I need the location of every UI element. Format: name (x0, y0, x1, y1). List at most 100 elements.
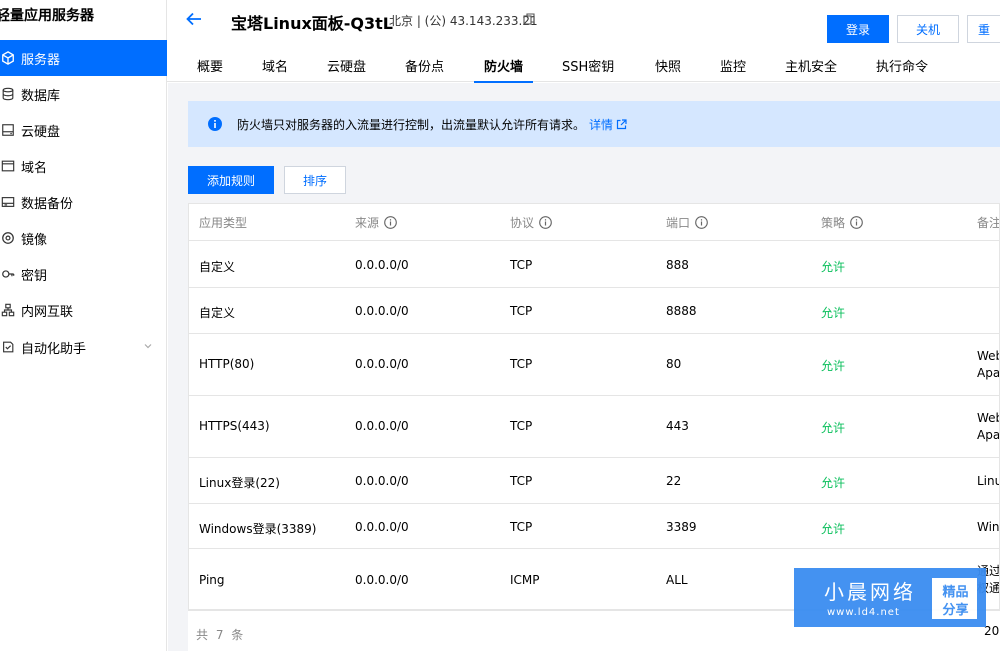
cell-type: Linux登录(22) (199, 476, 280, 490)
cell-policy: 允许 (821, 421, 846, 435)
tab-ssh-keys[interactable]: SSH密钥 (562, 56, 614, 82)
key-icon (0, 266, 16, 282)
table-row: Windows登录(3389) 0.0.0.0/0 TCP 3389 允许 Wi… (189, 504, 1000, 549)
cell-source: 0.0.0.0/0 (355, 304, 409, 318)
sidebar: 轻量应用服务器 服务器 数据库 云硬盘 域名 数据备份 镜像 密钥 内网互联 自… (0, 0, 167, 651)
tab-monitor[interactable]: 监控 (720, 56, 746, 82)
cell-protocol: TCP (510, 258, 533, 272)
cell-policy: 允许 (821, 522, 846, 536)
cell-type: HTTPS(443) (199, 419, 270, 433)
cell-port: 22 (666, 474, 682, 488)
region-ip: 北京 | (公) 43.143.233.21 (389, 14, 538, 28)
cell-type: Windows登录(3389) (199, 522, 317, 536)
disk-icon (0, 122, 16, 138)
login-button[interactable]: 登录 (827, 15, 889, 43)
tab-backup-point[interactable]: 备份点 (405, 56, 444, 82)
cell-type: 自定义 (199, 306, 236, 320)
add-rule-button[interactable]: 添加规则 (188, 166, 274, 194)
shutdown-button[interactable]: 关机 (897, 15, 959, 43)
column-header-port: 端口 (666, 204, 708, 240)
back-arrow-icon[interactable] (185, 10, 203, 28)
cell-policy: 允许 (821, 476, 846, 490)
cell-policy: 允许 (821, 260, 846, 274)
cell-note: Wind (977, 520, 1000, 534)
restart-button[interactable]: 重 (967, 15, 1000, 43)
cell-protocol: TCP (510, 474, 533, 488)
notice-details-link[interactable]: 详情 (589, 116, 627, 133)
sidebar-item-backup[interactable]: 数据备份 (0, 184, 167, 220)
tab-execute-command[interactable]: 执行命令 (876, 56, 928, 82)
sidebar-item-label: 镜像 (21, 232, 48, 248)
external-link-icon (616, 118, 627, 129)
page-title: 宝塔Linux面板-Q3tL (231, 14, 394, 33)
chevron-down-icon (144, 344, 152, 349)
table-row: HTTPS(443) 0.0.0.0/0 TCP 443 允许 WebApac (189, 396, 1000, 458)
info-circle-icon[interactable] (384, 215, 397, 229)
cell-protocol: TCP (510, 419, 533, 433)
firewall-notice: 防火墙只对服务器的入流量进行控制，出流量默认允许所有请求。 详情 (188, 101, 1000, 147)
table-row: 自定义 0.0.0.0/0 TCP 888 允许 (189, 241, 999, 288)
cell-type: 自定义 (199, 260, 236, 274)
sidebar-item-server[interactable]: 服务器 (0, 40, 167, 76)
cell-protocol: TCP (510, 304, 533, 318)
backup-icon (0, 194, 16, 210)
watermark-url: www.ld4.net (827, 607, 900, 618)
watermark-badge: 精品 分享 (932, 578, 977, 619)
sidebar-item-keys[interactable]: 密钥 (0, 256, 167, 292)
sort-button[interactable]: 排序 (284, 166, 346, 194)
cell-policy: 允许 (821, 359, 846, 373)
cell-source: 0.0.0.0/0 (355, 419, 409, 433)
image-disc-icon (0, 230, 16, 246)
tab-host-security[interactable]: 主机安全 (785, 56, 837, 82)
page-size-select[interactable]: 20 (984, 624, 999, 638)
cell-note: WebApac (977, 349, 1000, 380)
sidebar-item-label: 服务器 (21, 52, 61, 68)
cell-protocol: TCP (510, 520, 533, 534)
column-header-type: 应用类型 (199, 215, 248, 230)
cell-port: 888 (666, 258, 689, 272)
notice-text: 防火墙只对服务器的入流量进行控制，出流量默认允许所有请求。 (237, 117, 586, 132)
sidebar-item-automation[interactable]: 自动化助手 (0, 329, 167, 365)
cube-icon (0, 50, 16, 66)
database-icon (0, 86, 16, 102)
sidebar-item-database[interactable]: 数据库 (0, 76, 167, 112)
cell-note: Linu (977, 474, 1000, 488)
info-circle-icon[interactable] (539, 215, 552, 229)
sidebar-item-label: 数据库 (21, 88, 61, 104)
sidebar-item-cloud-disk[interactable]: 云硬盘 (0, 112, 167, 148)
sidebar-item-label: 密钥 (21, 268, 48, 284)
table-row: HTTP(80) 0.0.0.0/0 TCP 80 允许 WebApac (189, 334, 1000, 396)
sidebar-item-label: 域名 (21, 160, 48, 176)
automation-icon (0, 339, 16, 355)
table-row: Linux登录(22) 0.0.0.0/0 TCP 22 允许 Linu (189, 458, 1000, 504)
cell-port: 8888 (666, 304, 697, 318)
tab-cloud-disk[interactable]: 云硬盘 (327, 56, 366, 82)
column-header-protocol: 协议 (510, 204, 552, 240)
tab-overview[interactable]: 概要 (197, 56, 223, 82)
sidebar-item-image[interactable]: 镜像 (0, 220, 167, 256)
sidebar-item-intranet[interactable]: 内网互联 (0, 292, 167, 328)
cell-type: HTTP(80) (199, 357, 255, 371)
cell-source: 0.0.0.0/0 (355, 357, 409, 371)
cell-note: WebApac (977, 411, 1000, 442)
instance-tabs: 概要 域名 云硬盘 备份点 防火墙 SSH密钥 快照 监控 主机安全 执行命令 (167, 56, 1000, 83)
info-circle-icon[interactable] (850, 215, 863, 229)
copy-icon[interactable] (523, 13, 535, 25)
network-icon (0, 302, 16, 318)
cell-protocol: TCP (510, 357, 533, 371)
instance-header: 宝塔Linux面板-Q3tL 北京 | (公) 43.143.233.21 登录… (167, 0, 1000, 83)
column-header-note: 备注 (977, 215, 1000, 230)
sidebar-item-label: 数据备份 (21, 196, 74, 212)
firewall-rules-table: 应用类型 来源 协议 端口 策略 备注 自定义 0.0.0.0/0 TCP 88… (188, 203, 1000, 610)
info-circle-icon[interactable] (695, 215, 708, 229)
tab-firewall[interactable]: 防火墙 (473, 56, 534, 83)
cell-port: ALL (666, 573, 688, 587)
sidebar-item-label: 内网互联 (21, 304, 74, 320)
tab-snapshot[interactable]: 快照 (655, 56, 681, 82)
tab-domain[interactable]: 域名 (262, 56, 288, 82)
column-header-source: 来源 (355, 204, 397, 240)
watermark-title: 小晨网络 (824, 580, 916, 604)
cell-port: 443 (666, 419, 689, 433)
cell-source: 0.0.0.0/0 (355, 258, 409, 272)
sidebar-item-domain[interactable]: 域名 (0, 148, 167, 184)
